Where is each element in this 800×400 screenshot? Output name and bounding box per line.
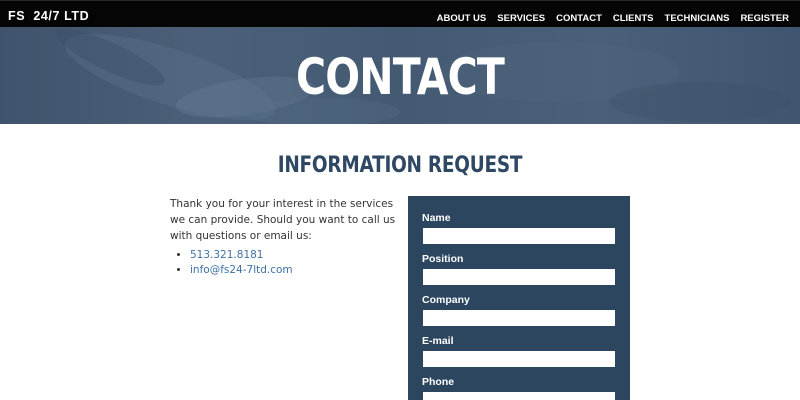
list-item: info@fs24-7ltd.com xyxy=(190,263,293,278)
email-label: E-mail xyxy=(422,335,454,347)
name-input[interactable] xyxy=(423,228,615,244)
email-input[interactable] xyxy=(423,351,615,367)
nav-item-about-us[interactable]: ABOUT US xyxy=(437,13,487,24)
phone-link[interactable]: 513.321.8181 xyxy=(190,249,263,261)
nav-item-contact[interactable]: CONTACT xyxy=(556,13,602,24)
nav-item-register[interactable]: REGISTER xyxy=(740,13,789,24)
intro-text: Thank you for your interest in the servi… xyxy=(170,198,396,242)
information-request-form: Name Position Company E-mail Phone xyxy=(408,196,630,400)
site-logo[interactable]: FS 24/7 LTD xyxy=(8,9,89,23)
top-navigation-bar: FS 24/7 LTD ABOUT US SERVICES CONTACT CL… xyxy=(0,0,800,27)
name-label: Name xyxy=(422,212,451,224)
nav-item-technicians[interactable]: TECHNICIANS xyxy=(665,13,730,24)
phone-label: Phone xyxy=(422,376,455,388)
main-nav: ABOUT US SERVICES CONTACT CLIENTS TECHNI… xyxy=(437,13,789,24)
company-input[interactable] xyxy=(423,310,615,326)
hero-banner: CONTACT xyxy=(0,27,800,124)
nav-item-clients[interactable]: CLIENTS xyxy=(613,13,654,24)
position-label: Position xyxy=(422,253,464,265)
phone-input[interactable] xyxy=(423,392,615,400)
email-link[interactable]: info@fs24-7ltd.com xyxy=(190,264,293,276)
company-label: Company xyxy=(422,294,470,306)
list-item: 513.321.8181 xyxy=(190,248,293,263)
position-input[interactable] xyxy=(423,269,615,285)
section-title: INFORMATION REQUEST xyxy=(277,153,523,178)
contact-list: 513.321.8181 info@fs24-7ltd.com xyxy=(174,248,293,278)
hero-title: CONTACT xyxy=(295,48,505,106)
nav-item-services[interactable]: SERVICES xyxy=(497,13,545,24)
